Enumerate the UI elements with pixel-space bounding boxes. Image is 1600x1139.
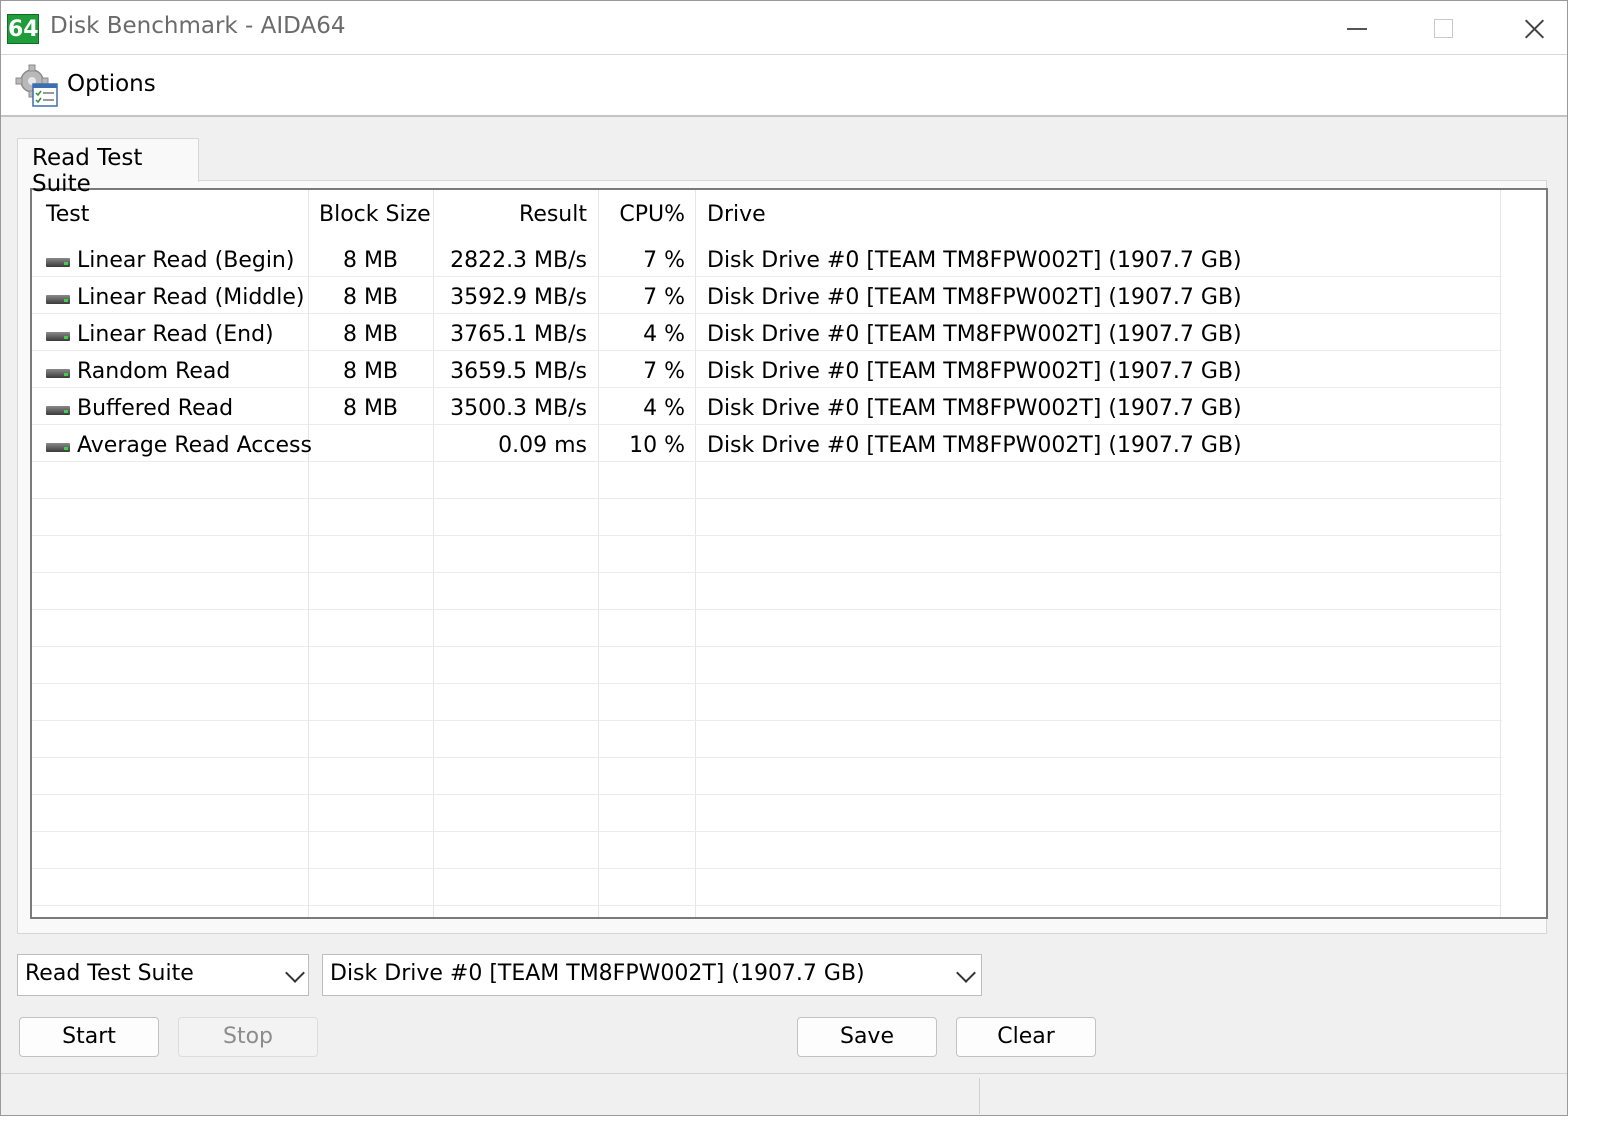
cell-test: Linear Read (Middle) xyxy=(77,285,305,310)
cell-block-size: 8 MB xyxy=(342,285,399,310)
column-divider xyxy=(695,190,696,917)
hard-drive-icon xyxy=(46,404,72,416)
cell-cpu: 7 % xyxy=(643,248,685,273)
chevron-down-icon xyxy=(956,963,976,983)
drive-select[interactable]: Disk Drive #0 [TEAM TM8FPW002T] (1907.7 … xyxy=(322,954,982,996)
options-label: Options xyxy=(67,71,156,97)
cell-test: Random Read xyxy=(77,359,231,384)
tab-label: Read Test Suite xyxy=(32,145,143,197)
hard-drive-icon xyxy=(46,330,72,342)
cell-drive: Disk Drive #0 [TEAM TM8FPW002T] (1907.7 … xyxy=(707,433,1242,458)
chevron-down-icon xyxy=(285,963,305,983)
drive-select-value: Disk Drive #0 [TEAM TM8FPW002T] (1907.7 … xyxy=(330,961,865,986)
column-header-test[interactable]: Test xyxy=(46,202,89,227)
cell-result: 3592.9 MB/s xyxy=(450,285,587,310)
cell-drive: Disk Drive #0 [TEAM TM8FPW002T] (1907.7 … xyxy=(707,359,1242,384)
status-bar xyxy=(1,1073,1567,1115)
cell-cpu: 10 % xyxy=(629,433,685,458)
hard-drive-icon xyxy=(46,256,72,268)
tab-read-test-suite[interactable]: Read Test Suite xyxy=(17,138,199,197)
stop-button[interactable]: Stop xyxy=(178,1017,318,1057)
test-suite-select-value: Read Test Suite xyxy=(25,961,194,986)
column-header-result[interactable]: Result xyxy=(442,202,587,227)
window-title: Disk Benchmark - AIDA64 xyxy=(50,13,346,39)
cell-block-size xyxy=(308,427,433,464)
maximize-button[interactable] xyxy=(1422,9,1466,49)
cell-test: Linear Read (End) xyxy=(77,322,274,347)
cell-cpu: 7 % xyxy=(643,285,685,310)
test-suite-select[interactable]: Read Test Suite xyxy=(17,954,309,996)
cell-block-size: 8 MB xyxy=(342,248,399,273)
results-list[interactable]: Test Block Size Result CPU% Drive Linear… xyxy=(30,188,1548,919)
cell-result: 3659.5 MB/s xyxy=(450,359,587,384)
title-bar[interactable]: 64 Disk Benchmark - AIDA64 xyxy=(1,1,1567,55)
gear-checklist-icon xyxy=(15,64,58,107)
cell-test: Buffered Read xyxy=(77,396,234,421)
cell-result: 0.09 ms xyxy=(498,433,587,458)
minimize-button[interactable] xyxy=(1335,9,1379,49)
start-button[interactable]: Start xyxy=(19,1017,159,1057)
column-header-block-size[interactable]: Block Size xyxy=(319,202,431,227)
save-button[interactable]: Save xyxy=(797,1017,937,1057)
cell-result: 3765.1 MB/s xyxy=(450,322,587,347)
toolbar: Options xyxy=(1,55,1567,117)
cell-drive: Disk Drive #0 [TEAM TM8FPW002T] (1907.7 … xyxy=(707,396,1242,421)
cell-result: 2822.3 MB/s xyxy=(450,248,587,273)
status-divider xyxy=(979,1078,980,1114)
column-divider xyxy=(1500,190,1501,917)
cell-block-size: 8 MB xyxy=(342,396,399,421)
options-button[interactable]: Options xyxy=(11,61,161,111)
cell-drive: Disk Drive #0 [TEAM TM8FPW002T] (1907.7 … xyxy=(707,285,1242,310)
cell-drive: Disk Drive #0 [TEAM TM8FPW002T] (1907.7 … xyxy=(707,322,1242,347)
cell-cpu: 4 % xyxy=(643,396,685,421)
cell-block-size: 8 MB xyxy=(342,322,399,347)
hard-drive-icon xyxy=(46,293,72,305)
hard-drive-icon xyxy=(46,441,72,453)
close-button[interactable] xyxy=(1512,9,1556,49)
cell-cpu: 7 % xyxy=(643,359,685,384)
cell-test: Average Read Access xyxy=(77,433,312,458)
cell-test: Linear Read (Begin) xyxy=(77,248,295,273)
column-header-cpu[interactable]: CPU% xyxy=(607,202,685,227)
cell-drive: Disk Drive #0 [TEAM TM8FPW002T] (1907.7 … xyxy=(707,248,1242,273)
disk-benchmark-window: 64 Disk Benchmark - AIDA64 Options Read … xyxy=(0,0,1568,1116)
cell-block-size: 8 MB xyxy=(342,359,399,384)
clear-button[interactable]: Clear xyxy=(956,1017,1096,1057)
hard-drive-icon xyxy=(46,367,72,379)
column-header-drive[interactable]: Drive xyxy=(707,202,766,227)
cell-result: 3500.3 MB/s xyxy=(450,396,587,421)
cell-cpu: 4 % xyxy=(643,322,685,347)
aida64-app-icon: 64 xyxy=(7,14,39,44)
